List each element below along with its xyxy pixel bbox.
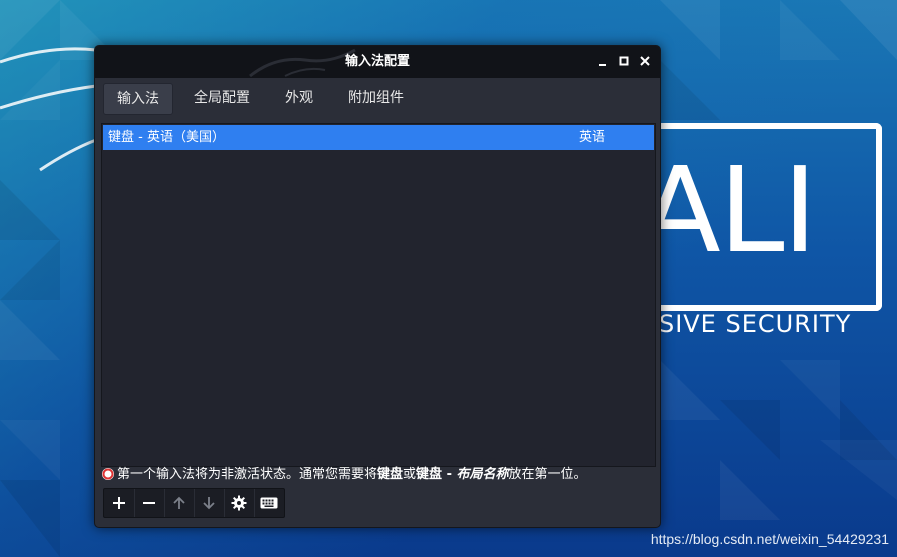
add-button[interactable] [104,489,135,517]
logo-tagline: NSIVE SECURITY [640,310,852,338]
notice-layout-name: 布局名称 [456,467,509,482]
info-icon [102,468,114,480]
remove-icon [143,502,155,504]
window-title: 输入法配置 [344,54,410,69]
move-down-button[interactable] [194,489,225,517]
add-icon [113,497,125,509]
watermark-url: https://blog.csdn.net/weixin_54429231 [650,531,889,547]
keyboard-layout-button[interactable] [254,489,284,517]
notice-part-3: 放在第一位。 [508,467,587,482]
list-toolbar [103,488,285,518]
tab-global-config[interactable]: 全局配置 [183,83,261,113]
titlebar[interactable]: 输入法配置 [95,46,660,78]
keyboard-icon [260,497,278,509]
configure-button[interactable] [224,489,255,517]
remove-button[interactable] [134,489,165,517]
input-method-config-window: 输入法配置 输入法 全局配置 外观 附加组件 键盘 - 英语（美国） 英语 第一… [94,45,661,528]
move-up-button[interactable] [164,489,195,517]
tab-appearance[interactable]: 外观 [275,83,323,113]
notice-bold-1: 键盘 [377,467,404,482]
tab-bar: 输入法 全局配置 外观 附加组件 [95,78,660,120]
notice-part-1: 第一个输入法将为非激活状态。通常您需要将 [117,467,378,482]
minimize-icon[interactable] [596,54,610,68]
notice-part-2: 或 [403,467,417,482]
tab-addons[interactable]: 附加组件 [337,83,415,113]
arrow-down-icon [203,497,215,510]
arrow-up-icon [173,496,185,509]
notice-text: 第一个输入法将为非激活状态。通常您需要将键盘或键盘 - 布局名称放在第一位。 [101,465,654,485]
close-icon[interactable] [638,54,652,68]
gear-icon [231,495,247,511]
maximize-icon[interactable] [617,54,631,68]
input-method-language: 英语 [579,130,606,145]
list-item[interactable]: 键盘 - 英语（美国） 英语 [103,125,654,150]
input-method-name: 键盘 - 英语（美国） [108,130,225,145]
tab-input-method[interactable]: 输入法 [103,83,173,115]
logo-text: ALI [640,141,817,279]
input-method-list[interactable]: 键盘 - 英语（美国） 英语 [101,123,656,467]
notice-bold-2: 键盘 - [416,467,457,482]
